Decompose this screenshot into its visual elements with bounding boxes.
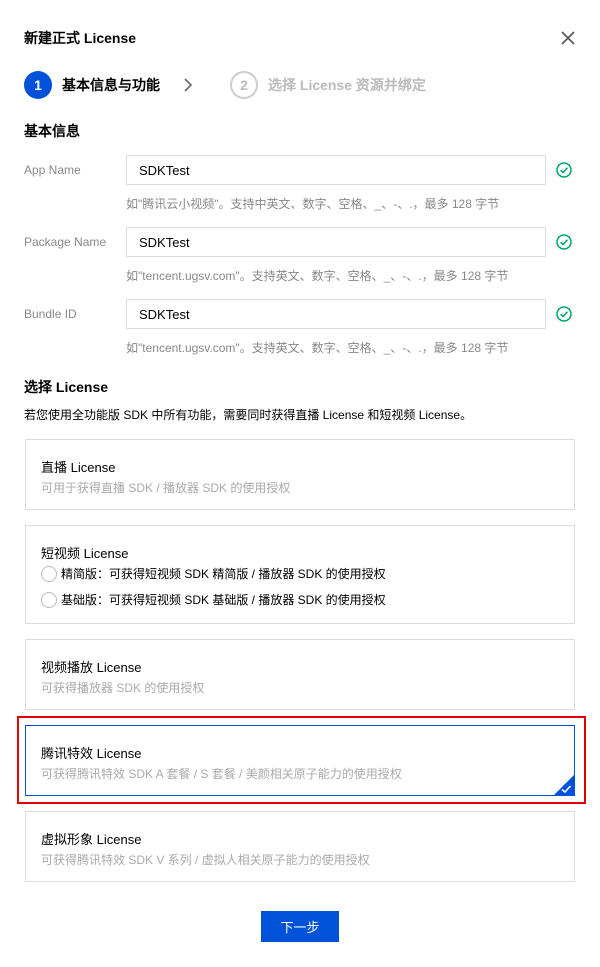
- live-license-card[interactable]: 直播 License 可用于获得直播 SDK / 播放器 SDK 的使用授权: [25, 439, 575, 510]
- radio-option-label: 基础版：可获得短视频 SDK 基础版 / 播放器 SDK 的使用授权: [61, 593, 386, 607]
- check-circle-icon: [556, 306, 572, 322]
- effects-license-card[interactable]: 腾讯特效 License 可获得腾讯特效 SDK A 套餐 / S 套餐 / 美…: [25, 725, 575, 796]
- card-title: 虚拟形象 License: [41, 832, 142, 847]
- bundle-id-help: 如"tencent.ugsv.com"。支持英文、数字、空格、_、-、.，最多 …: [126, 341, 509, 355]
- avatar-license-card[interactable]: 虚拟形象 License 可获得腾讯特效 SDK V 系列 / 虚拟人相关原子能…: [25, 811, 575, 882]
- step-1-number: 1: [24, 71, 52, 99]
- card-subtitle: 可获得播放器 SDK 的使用授权: [41, 681, 205, 695]
- radio-button[interactable]: [41, 565, 57, 582]
- radio-option-label: 精简版：可获得短视频 SDK 精简版 / 播放器 SDK 的使用授权: [61, 567, 386, 581]
- chevron-right-icon: [182, 71, 218, 99]
- bundle-id-input[interactable]: [126, 299, 546, 329]
- package-name-help: 如"tencent.ugsv.com"。支持英文、数字、空格、_、-、.，最多 …: [126, 269, 509, 283]
- license-description: 若您使用全功能版 SDK 中所有功能，需要同时获得直播 License 和短视频…: [24, 408, 473, 422]
- app-name-input[interactable]: [126, 155, 546, 185]
- step-2-number: 2: [230, 71, 258, 99]
- card-title: 腾讯特效 License: [41, 746, 142, 761]
- step-1-label: 基本信息与功能: [62, 77, 160, 93]
- close-icon[interactable]: [560, 30, 576, 46]
- card-title: 短视频 License: [41, 546, 129, 561]
- dialog-title: 新建正式 License: [24, 30, 137, 46]
- app-name-label: App Name: [24, 163, 81, 177]
- bundle-id-label: Bundle ID: [24, 307, 77, 321]
- basic-info-title: 基本信息: [24, 123, 80, 139]
- step-1: 1 基本信息与功能: [24, 71, 160, 99]
- bundle-id-row: Bundle ID 如"tencent.ugsv.com"。支持英文、数字、空格…: [24, 299, 584, 359]
- radio-option-lite[interactable]: 精简版：可获得短视频 SDK 精简版 / 播放器 SDK 的使用授权: [41, 565, 386, 582]
- card-subtitle: 可获得腾讯特效 SDK A 套餐 / S 套餐 / 美颜相关原子能力的使用授权: [41, 767, 402, 781]
- card-subtitle: 可获得腾讯特效 SDK V 系列 / 虚拟人相关原子能力的使用授权: [41, 853, 370, 867]
- selected-check-icon: [554, 775, 574, 795]
- radio-button[interactable]: [41, 591, 57, 608]
- card-title: 直播 License: [41, 460, 116, 475]
- check-circle-icon: [556, 234, 572, 250]
- app-name-row: App Name 如"腾讯云小视频"。支持中英文、数字、空格、_、-、.，最多 …: [24, 155, 584, 215]
- video-player-license-card[interactable]: 视频播放 License 可获得播放器 SDK 的使用授权: [25, 639, 575, 710]
- stepper: 1 基本信息与功能 2 选择 License 资源并绑定: [24, 71, 426, 99]
- radio-option-basic[interactable]: 基础版：可获得短视频 SDK 基础版 / 播放器 SDK 的使用授权: [41, 591, 386, 608]
- package-name-row: Package Name 如"tencent.ugsv.com"。支持英文、数字…: [24, 227, 584, 287]
- card-subtitle: 可用于获得直播 SDK / 播放器 SDK 的使用授权: [41, 481, 291, 495]
- check-circle-icon: [556, 162, 572, 178]
- card-title: 视频播放 License: [41, 660, 142, 675]
- package-name-input[interactable]: [126, 227, 546, 257]
- license-section-title: 选择 License: [24, 379, 109, 395]
- step-2: 2 选择 License 资源并绑定: [230, 71, 426, 99]
- app-name-help: 如"腾讯云小视频"。支持中英文、数字、空格、_、-、.，最多 128 字节: [126, 197, 500, 211]
- short-video-license-card[interactable]: 短视频 License 精简版：可获得短视频 SDK 精简版 / 播放器 SDK…: [25, 525, 575, 624]
- next-step-button[interactable]: 下一步: [261, 911, 339, 942]
- package-name-label: Package Name: [24, 235, 107, 249]
- step-2-label: 选择 License 资源并绑定: [268, 77, 426, 93]
